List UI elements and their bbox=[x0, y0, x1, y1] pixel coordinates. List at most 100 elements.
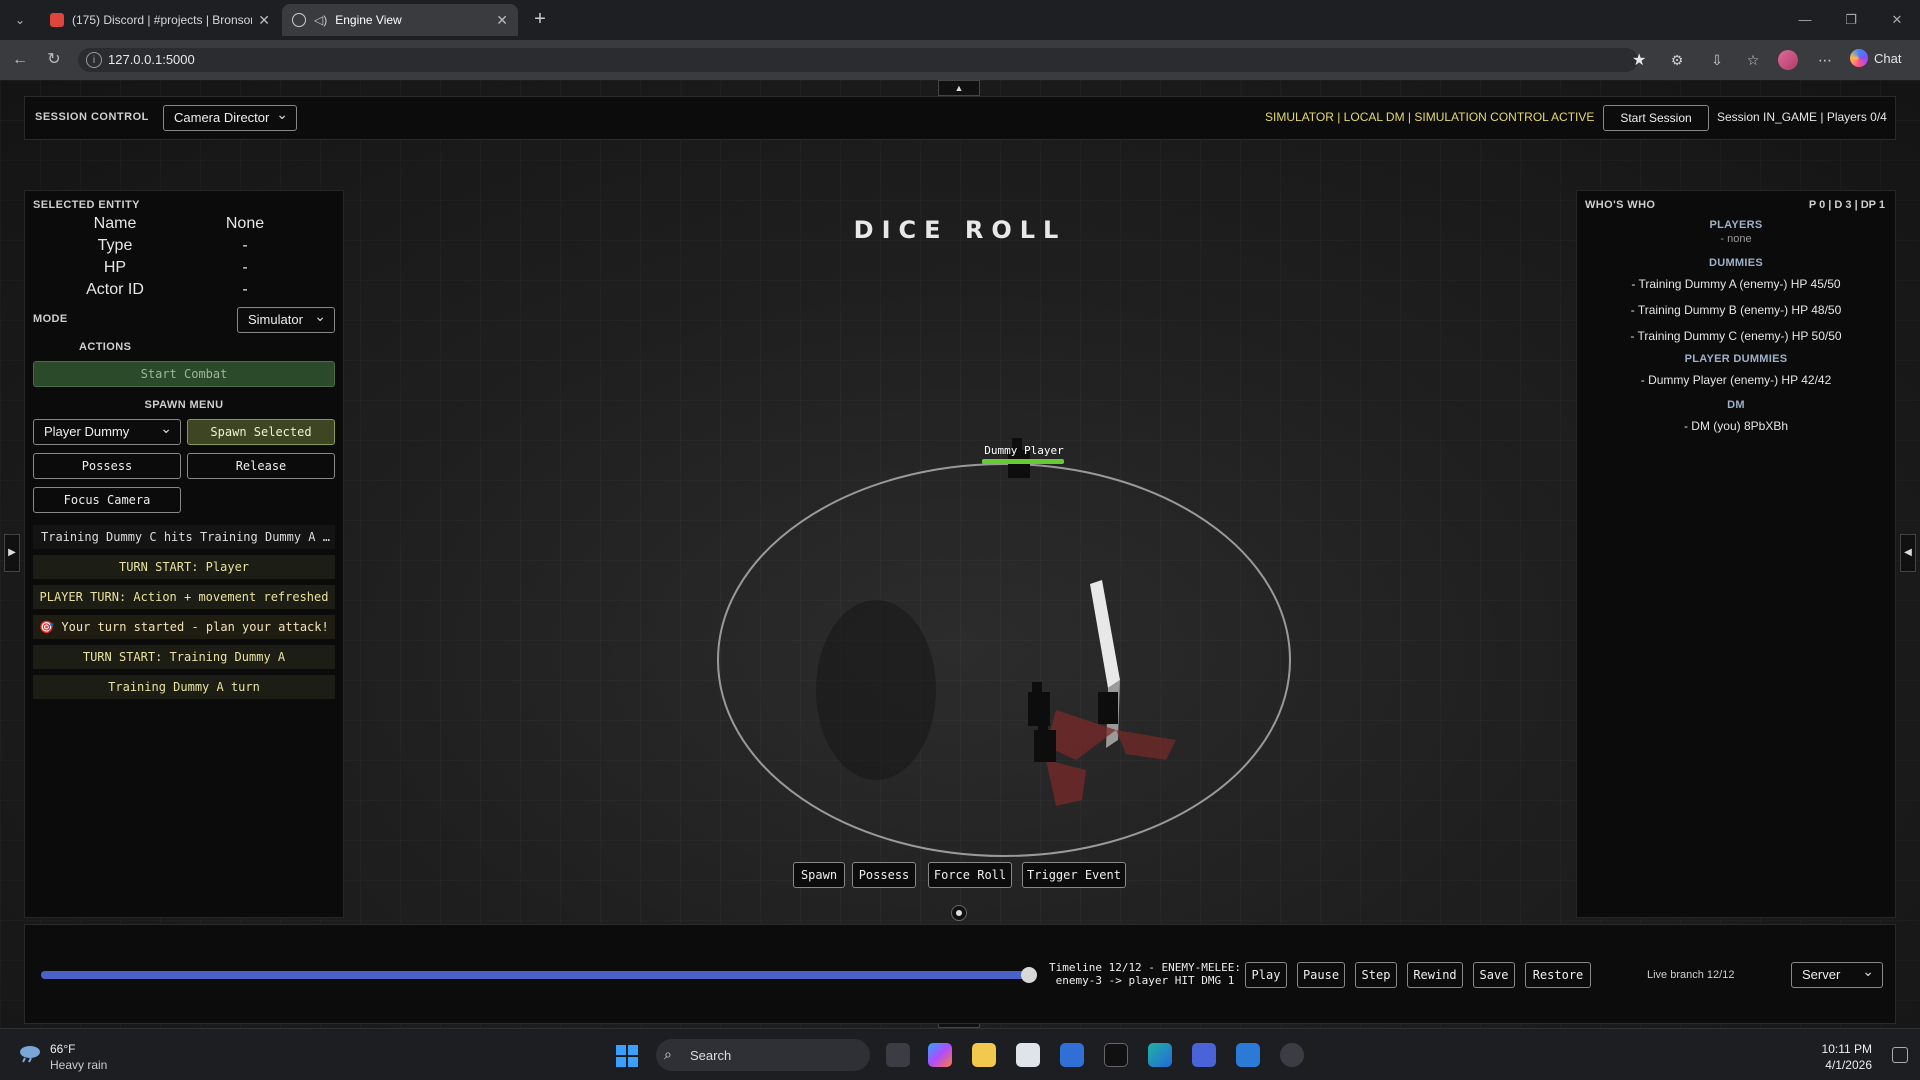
rain-cloud-icon[interactable] bbox=[18, 1043, 42, 1063]
server-select[interactable]: Server bbox=[1791, 959, 1883, 988]
taskbar-search-box[interactable] bbox=[656, 1039, 870, 1071]
log-entry: 🎯 Your turn started - plan your attack! bbox=[33, 615, 335, 639]
actor-id-value: - bbox=[242, 281, 248, 298]
notification-icon[interactable] bbox=[1892, 1047, 1908, 1063]
speaker-icon[interactable]: ◁) bbox=[314, 13, 327, 27]
engine-viewport: ▲ ▶ ◀ ▼ SESSION CONTROL Camera Director … bbox=[0, 80, 1920, 1028]
rewind-button[interactable]: Rewind bbox=[1407, 962, 1463, 988]
white-pillar bbox=[1090, 580, 1120, 688]
spawn-selected-button[interactable]: Spawn Selected bbox=[187, 419, 335, 445]
possess-action-button[interactable]: Possess bbox=[852, 862, 916, 888]
timeline-bar: Timeline 12/12 - ENEMY-MELEE: enemy-3 ->… bbox=[24, 924, 1896, 1024]
clock-time[interactable]: 10:11 PM bbox=[1822, 1042, 1872, 1056]
download-icon[interactable]: ⇩ bbox=[1708, 52, 1726, 68]
collapse-top-toggle[interactable]: ▲ bbox=[938, 80, 980, 96]
start-session-button[interactable]: Start Session bbox=[1603, 105, 1709, 131]
copilot-chat-button[interactable]: Chat bbox=[1850, 49, 1901, 67]
possess-button[interactable]: Possess bbox=[33, 453, 181, 479]
restore-button[interactable]: Restore bbox=[1525, 962, 1591, 988]
dummy-list-item[interactable]: - Training Dummy C (enemy-) HP 50/50 bbox=[1577, 329, 1895, 343]
session-control-label: SESSION CONTROL bbox=[35, 111, 149, 123]
log-entry: TURN START: Player bbox=[33, 555, 335, 579]
release-button[interactable]: Release bbox=[187, 453, 335, 479]
dummies-heading: DUMMIES bbox=[1708, 257, 1764, 269]
tab-discord[interactable]: (175) Discord | #projects | Bronson ✕ bbox=[40, 4, 280, 36]
session-control-bar: SESSION CONTROL Camera Director SIMULATO… bbox=[24, 96, 1896, 140]
collections-star-icon[interactable]: ☆ bbox=[1744, 52, 1762, 68]
spawn-action-button[interactable]: Spawn bbox=[793, 862, 845, 888]
camera-mode-select[interactable]: Camera Director bbox=[163, 102, 297, 131]
copilot-app-icon[interactable] bbox=[928, 1043, 952, 1067]
dm-heading: DM bbox=[1727, 399, 1745, 411]
start-combat-button[interactable]: Start Combat bbox=[33, 361, 335, 387]
weather-description[interactable]: Heavy rain bbox=[50, 1058, 107, 1072]
session-info-text: Session IN_GAME | Players 0/4 bbox=[1717, 110, 1887, 124]
back-arrow-icon[interactable]: ← bbox=[8, 48, 32, 72]
spawn-type-select[interactable]: Player Dummy bbox=[33, 416, 181, 445]
mode-select[interactable]: Simulator bbox=[237, 304, 335, 333]
timeline-line-1: Timeline 12/12 - ENEMY-MELEE: bbox=[1048, 961, 1242, 974]
red-area-marker bbox=[1046, 760, 1086, 806]
weather-temperature[interactable]: 66°F bbox=[50, 1042, 75, 1056]
tab-list-chevron-icon[interactable]: ⌄ bbox=[8, 8, 32, 32]
log-entry: Training Dummy A turn bbox=[33, 675, 335, 699]
dm-list-item[interactable]: - DM (you) 8PbXBh bbox=[1577, 419, 1895, 433]
app-circle-icon[interactable] bbox=[1280, 1043, 1304, 1067]
edge-browser-icon[interactable] bbox=[1148, 1043, 1172, 1067]
tab-engine-view[interactable]: ◁) Engine View ✕ bbox=[282, 4, 518, 36]
file-explorer-icon[interactable] bbox=[972, 1043, 996, 1067]
camera-center-button[interactable] bbox=[951, 905, 967, 921]
extensions-icon[interactable]: ⚙ bbox=[1668, 52, 1686, 68]
trigger-event-button[interactable]: Trigger Event bbox=[1022, 862, 1126, 888]
red-area-marker bbox=[1116, 730, 1176, 760]
log-entry: Training Dummy C hits Training Dummy A f… bbox=[33, 525, 335, 549]
chat-label: Chat bbox=[1874, 50, 1902, 66]
store-icon[interactable] bbox=[1016, 1043, 1040, 1067]
url-text[interactable]: 127.0.0.1:5000 bbox=[108, 52, 195, 67]
arena-scene[interactable] bbox=[716, 430, 1292, 870]
live-branch-text: Live branch 12/12 bbox=[1647, 969, 1735, 981]
teams-icon[interactable] bbox=[1192, 1043, 1216, 1067]
task-view-icon[interactable] bbox=[886, 1043, 910, 1067]
restore-icon[interactable]: ❐ bbox=[1828, 0, 1874, 40]
tab-title: (175) Discord | #projects | Bronson bbox=[72, 13, 253, 27]
clock-date[interactable]: 4/1/2026 bbox=[1825, 1058, 1872, 1072]
terminal-icon[interactable] bbox=[1104, 1043, 1128, 1067]
focus-camera-button[interactable]: Focus Camera bbox=[33, 487, 181, 513]
favorite-star-icon[interactable]: ★ bbox=[1632, 50, 1646, 70]
dummy-list-item[interactable]: - Training Dummy B (enemy-) HP 48/50 bbox=[1577, 303, 1895, 317]
timeline-line-2: enemy-3 -> player HIT DMG 1 bbox=[1055, 974, 1235, 987]
mode-label: MODE bbox=[33, 313, 68, 325]
new-tab-plus-icon[interactable]: + bbox=[528, 8, 552, 32]
play-button[interactable]: Play bbox=[1245, 962, 1287, 988]
save-button[interactable]: Save bbox=[1473, 962, 1515, 988]
site-info-icon[interactable]: i bbox=[86, 52, 102, 68]
windows-start-icon[interactable] bbox=[616, 1045, 638, 1067]
dummy-list-item[interactable]: - Training Dummy A (enemy-) HP 45/50 bbox=[1577, 277, 1895, 291]
reload-icon[interactable]: ↻ bbox=[42, 48, 66, 72]
close-tab-icon[interactable]: ✕ bbox=[258, 12, 270, 29]
more-menu-icon[interactable]: ⋯ bbox=[1816, 52, 1834, 68]
dummy-figure-a[interactable] bbox=[1028, 682, 1050, 726]
timeline-slider[interactable] bbox=[41, 967, 1037, 983]
player-dummy-list-item[interactable]: - Dummy Player (enemy-) HP 42/42 bbox=[1577, 373, 1895, 387]
minimize-icon[interactable]: — bbox=[1782, 0, 1828, 40]
windows-taskbar: 66°F Heavy rain ⌕ Search 10:11 PM 4/1/20… bbox=[0, 1028, 1920, 1080]
vscode-icon[interactable] bbox=[1236, 1043, 1260, 1067]
hp-label: HP bbox=[103, 259, 127, 276]
pause-button[interactable]: Pause bbox=[1297, 962, 1345, 988]
close-tab-icon[interactable]: ✕ bbox=[496, 12, 508, 29]
expand-left-toggle[interactable]: ▶ bbox=[4, 534, 20, 572]
taskbar-search-label[interactable]: Search bbox=[690, 1048, 731, 1063]
spawn-menu-heading: SPAWN MENU bbox=[144, 399, 224, 411]
close-window-icon[interactable]: ✕ bbox=[1874, 0, 1920, 40]
search-icon: ⌕ bbox=[664, 1046, 672, 1062]
profile-avatar[interactable] bbox=[1778, 50, 1798, 70]
address-bar[interactable] bbox=[78, 48, 1638, 72]
force-roll-button[interactable]: Force Roll bbox=[928, 862, 1012, 888]
player-dummies-heading: PLAYER DUMMIES bbox=[1684, 353, 1788, 365]
dummy-figure-c[interactable] bbox=[1098, 692, 1118, 724]
mail-icon[interactable] bbox=[1060, 1043, 1084, 1067]
expand-right-toggle[interactable]: ◀ bbox=[1900, 534, 1916, 572]
step-button[interactable]: Step bbox=[1355, 962, 1397, 988]
